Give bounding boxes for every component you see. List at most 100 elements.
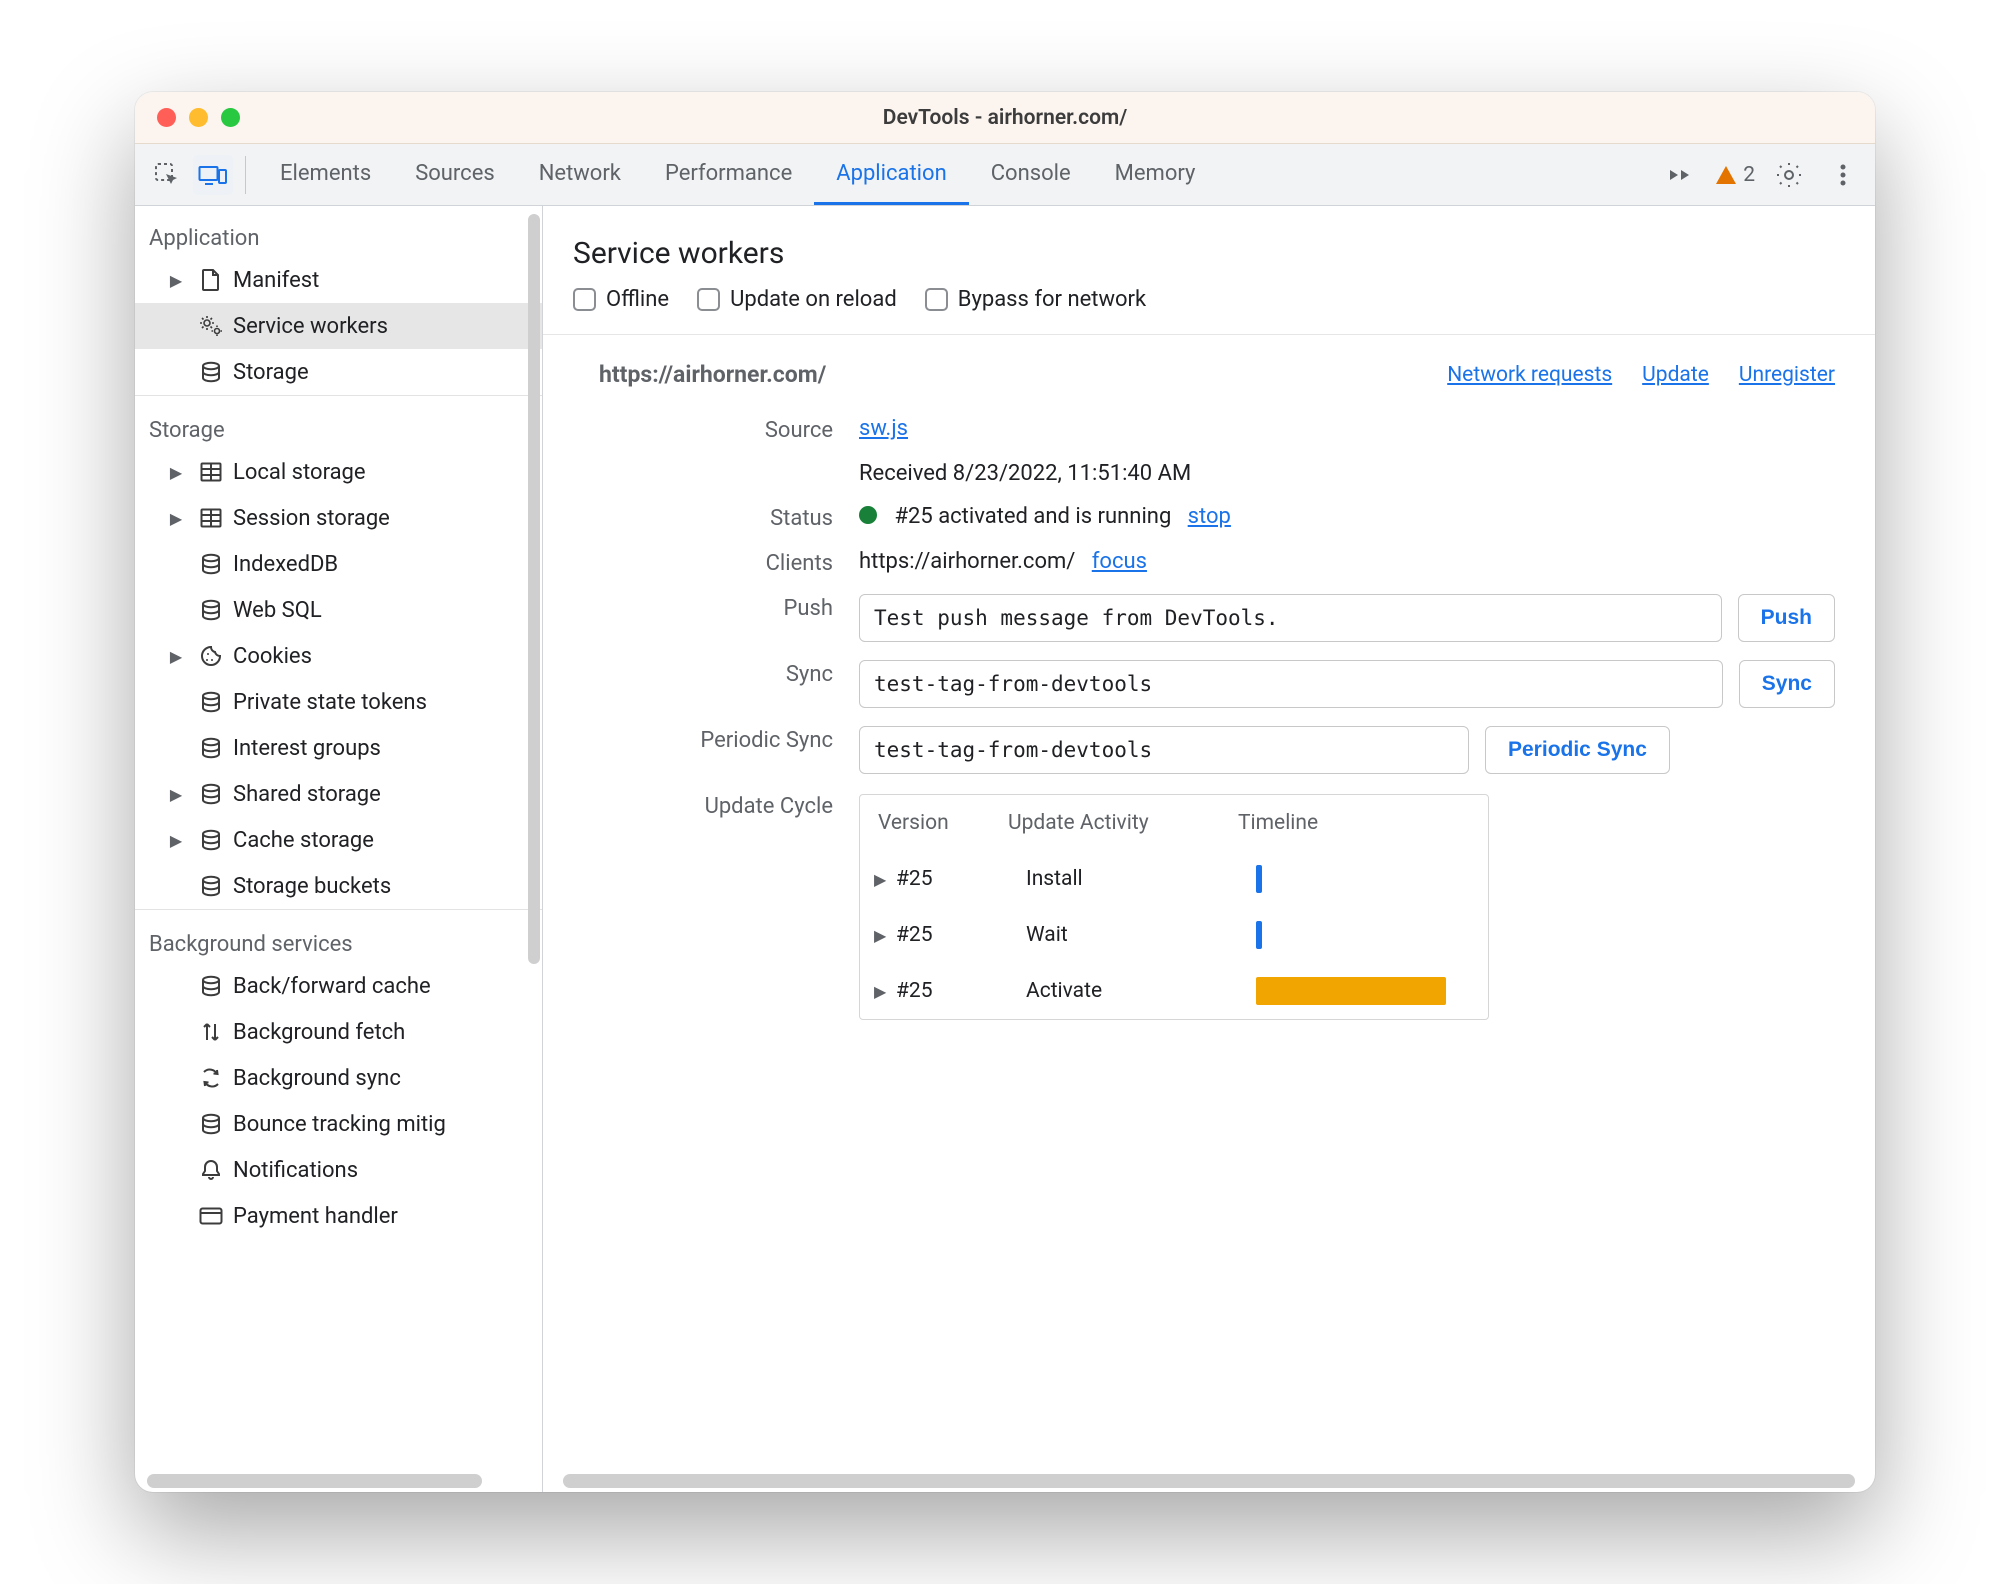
- tab-performance[interactable]: Performance: [643, 144, 814, 205]
- database-icon: [199, 974, 223, 998]
- tab-console[interactable]: Console: [969, 144, 1093, 205]
- tab-memory[interactable]: Memory: [1093, 144, 1218, 205]
- uc-activity: Wait: [1026, 923, 1256, 947]
- file-icon: [199, 268, 223, 292]
- unregister-link[interactable]: Unregister: [1739, 363, 1835, 387]
- more-tabs-icon[interactable]: [1661, 155, 1701, 195]
- source-received: Received 8/23/2022, 11:51:40 AM: [859, 461, 1835, 486]
- push-button[interactable]: Push: [1738, 594, 1835, 642]
- uc-version: #25: [896, 923, 1026, 947]
- update-link[interactable]: Update: [1642, 363, 1709, 387]
- checkbox-icon: [697, 288, 720, 311]
- tab-sources[interactable]: Sources: [393, 144, 517, 205]
- sidebar-item-label: Manifest: [233, 268, 319, 293]
- uc-col-version: Version: [878, 811, 1008, 835]
- periodic-sync-button[interactable]: Periodic Sync: [1485, 726, 1670, 774]
- sidebar-item-notifications[interactable]: ▶Notifications: [135, 1147, 542, 1193]
- push-label: Push: [599, 590, 859, 621]
- devtools-toolbar: ElementsSourcesNetworkPerformanceApplica…: [135, 144, 1875, 206]
- offline-checkbox[interactable]: Offline: [573, 287, 669, 312]
- sidebar-horizontal-scrollbar[interactable]: [147, 1474, 482, 1488]
- network-requests-link[interactable]: Network requests: [1447, 363, 1612, 387]
- sidebar-vertical-scrollbar[interactable]: [528, 214, 540, 964]
- sidebar-item-private-state-tokens[interactable]: ▶Private state tokens: [135, 679, 542, 725]
- database-icon: [199, 874, 223, 898]
- sidebar-item-label: Session storage: [233, 506, 390, 531]
- client-focus-link[interactable]: focus: [1092, 549, 1147, 574]
- warning-icon: [1715, 165, 1737, 185]
- update-cycle-row[interactable]: ▶#25Install: [860, 851, 1488, 907]
- sidebar-item-cookies[interactable]: ▶ Cookies: [135, 633, 542, 679]
- update-on-reload-checkbox[interactable]: Update on reload: [697, 287, 897, 312]
- kebab-menu-icon[interactable]: [1823, 155, 1863, 195]
- source-file-link[interactable]: sw.js: [859, 416, 908, 441]
- sidebar-item-service-workers[interactable]: ▶Service workers: [135, 303, 542, 349]
- tab-application[interactable]: Application: [814, 144, 968, 205]
- update-cycle-row[interactable]: ▶#25Activate: [860, 963, 1488, 1019]
- disclosure-triangle-icon: ▶: [874, 926, 896, 945]
- sidebar-item-label: Payment handler: [233, 1204, 398, 1229]
- main-panel: Service workers Offline Update on reload…: [543, 206, 1875, 1492]
- status-stop-link[interactable]: stop: [1188, 504, 1231, 529]
- table-icon: [199, 506, 223, 530]
- sidebar-item-label: Back/forward cache: [233, 974, 431, 999]
- disclosure-triangle-icon: ▶: [874, 870, 896, 889]
- uc-activity: Install: [1026, 867, 1256, 891]
- sidebar-item-session-storage[interactable]: ▶Session storage: [135, 495, 542, 541]
- service-worker-block: https://airhorner.com/ Network requests …: [543, 335, 1875, 1084]
- sidebar-item-storage[interactable]: ▶Storage: [135, 349, 542, 395]
- status-dot-icon: [859, 506, 877, 524]
- sidebar-section-title: Storage: [135, 395, 542, 449]
- sidebar-item-storage-buckets[interactable]: ▶Storage buckets: [135, 863, 542, 909]
- disclosure-triangle-icon: ▶: [169, 785, 183, 804]
- uc-timeline: [1256, 921, 1466, 949]
- sidebar: Application▶Manifest▶Service workers▶Sto…: [135, 206, 543, 1492]
- sw-origin: https://airhorner.com/: [599, 361, 826, 388]
- sidebar-item-web-sql[interactable]: ▶Web SQL: [135, 587, 542, 633]
- device-toolbar-icon[interactable]: [193, 155, 233, 195]
- periodic-sync-input[interactable]: [859, 726, 1469, 774]
- database-icon: [199, 1112, 223, 1136]
- uc-version: #25: [896, 867, 1026, 891]
- settings-icon[interactable]: [1769, 155, 1809, 195]
- sidebar-item-interest-groups[interactable]: ▶Interest groups: [135, 725, 542, 771]
- sidebar-item-background-sync[interactable]: ▶Background sync: [135, 1055, 542, 1101]
- sync-input[interactable]: [859, 660, 1723, 708]
- warnings-badge[interactable]: 2: [1715, 163, 1755, 187]
- sidebar-item-manifest[interactable]: ▶Manifest: [135, 257, 542, 303]
- bell-icon: [199, 1158, 223, 1182]
- tab-elements[interactable]: Elements: [258, 144, 393, 205]
- push-input[interactable]: [859, 594, 1722, 642]
- table-icon: [199, 460, 223, 484]
- cookie-icon: [199, 644, 223, 668]
- sidebar-item-label: Background sync: [233, 1066, 401, 1091]
- bypass-for-network-checkbox[interactable]: Bypass for network: [925, 287, 1146, 312]
- uc-activity: Activate: [1026, 979, 1256, 1003]
- main-horizontal-scrollbar[interactable]: [563, 1474, 1855, 1488]
- sidebar-item-label: Notifications: [233, 1158, 358, 1183]
- inspect-icon[interactable]: [147, 155, 187, 195]
- update-cycle-row[interactable]: ▶#25Wait: [860, 907, 1488, 963]
- panel-tabs: ElementsSourcesNetworkPerformanceApplica…: [258, 144, 1217, 205]
- status-label: Status: [599, 500, 859, 531]
- sidebar-item-label: Cookies: [233, 644, 312, 669]
- sidebar-item-local-storage[interactable]: ▶Local storage: [135, 449, 542, 495]
- sidebar-item-label: Web SQL: [233, 598, 322, 623]
- sidebar-item-bounce-tracking-mitig[interactable]: ▶Bounce tracking mitig: [135, 1101, 542, 1147]
- sidebar-item-background-fetch[interactable]: ▶Background fetch: [135, 1009, 542, 1055]
- sidebar-section-title: Application: [135, 206, 542, 257]
- sw-options: Offline Update on reload Bypass for netw…: [543, 287, 1875, 335]
- database-icon: [199, 360, 223, 384]
- tab-network[interactable]: Network: [517, 144, 643, 205]
- sidebar-item-indexeddb[interactable]: ▶IndexedDB: [135, 541, 542, 587]
- uc-timeline: [1256, 977, 1466, 1005]
- clients-label: Clients: [599, 545, 859, 576]
- checkbox-icon: [573, 288, 596, 311]
- sidebar-item-cache-storage[interactable]: ▶Cache storage: [135, 817, 542, 863]
- sidebar-item-shared-storage[interactable]: ▶Shared storage: [135, 771, 542, 817]
- sync-button[interactable]: Sync: [1739, 660, 1835, 708]
- disclosure-triangle-icon: ▶: [169, 647, 183, 666]
- sidebar-item-back-forward-cache[interactable]: ▶Back/forward cache: [135, 963, 542, 1009]
- sidebar-item-payment-handler[interactable]: ▶Payment handler: [135, 1193, 542, 1239]
- sidebar-section-title: Background services: [135, 909, 542, 963]
